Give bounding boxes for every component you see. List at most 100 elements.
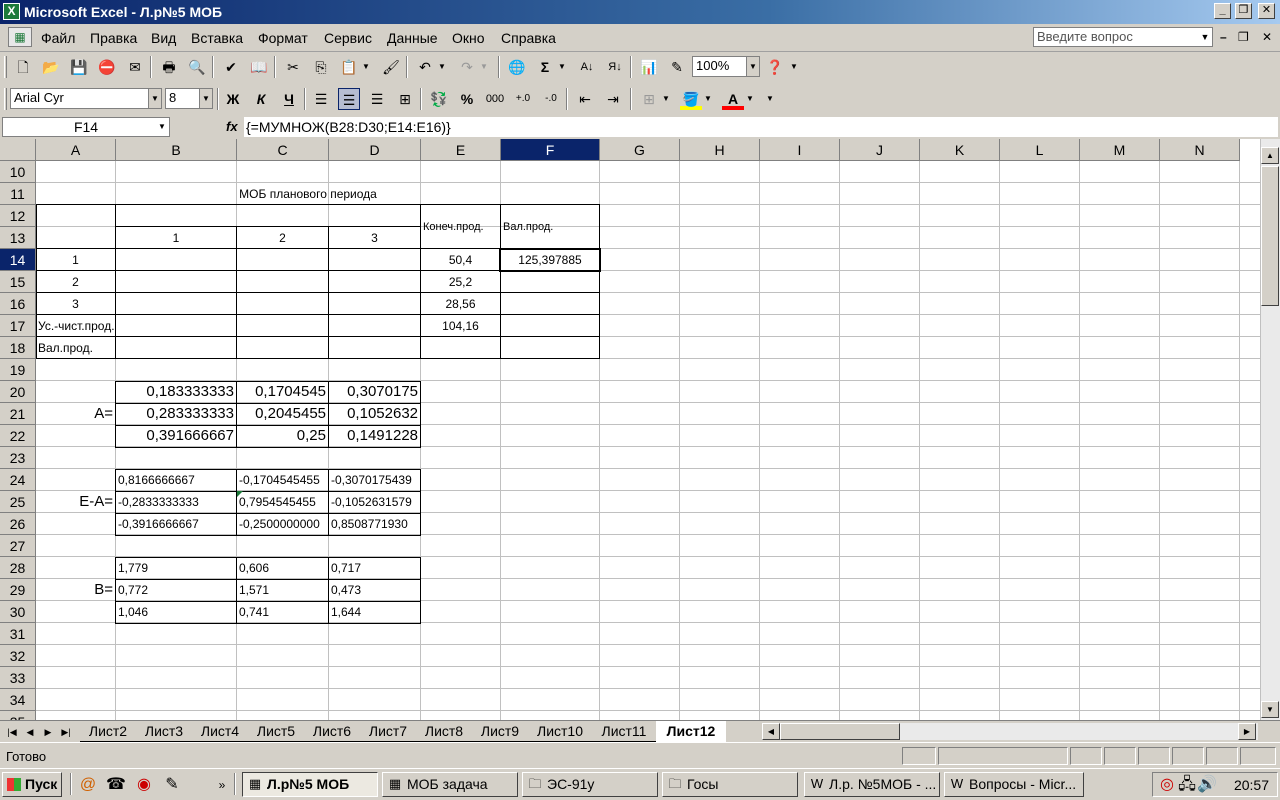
row-header-17[interactable]: 17	[0, 315, 36, 337]
paste-icon[interactable]: 📋	[338, 56, 360, 78]
new-icon[interactable]: 🗋	[12, 56, 34, 78]
chevron-down-icon[interactable]: ▼	[746, 57, 759, 76]
row-header-20[interactable]: 20	[0, 381, 36, 403]
opera-icon[interactable]: ◉	[134, 775, 154, 795]
task-word-1[interactable]: W Л.р. №5МОБ - ...	[804, 772, 940, 797]
chevron-down-icon[interactable]: ▼	[702, 88, 714, 110]
row-header-29[interactable]: 29	[0, 579, 36, 601]
hyperlink-icon[interactable]: 🌐	[506, 56, 528, 78]
chevron-down-icon[interactable]: ▼	[1198, 28, 1212, 46]
row-header-28[interactable]: 28	[0, 557, 36, 579]
chevron-down-icon[interactable]: ▼	[556, 56, 568, 78]
matrix-b-cell[interactable]: 1,571	[237, 579, 328, 601]
font-color-icon[interactable]: A	[722, 88, 744, 110]
scroll-left-icon[interactable]: ◀	[762, 723, 780, 740]
restore-button[interactable]: ❐	[1235, 3, 1252, 19]
research-icon[interactable]: 📖	[248, 56, 270, 78]
cell-title[interactable]: МОБ планового периода	[116, 183, 500, 205]
cell-a15[interactable]: 2	[36, 271, 115, 293]
cell-c13[interactable]: 2	[237, 227, 328, 249]
menu-insert[interactable]: Вставка	[191, 30, 243, 46]
sheet-tab-лист2[interactable]: Лист2	[80, 721, 136, 742]
toolbar-options-icon[interactable]: ▼	[764, 88, 776, 110]
row-header-10[interactable]: 10	[0, 161, 36, 183]
decrease-decimal-icon[interactable]: -.0	[540, 88, 562, 110]
hscroll-thumb[interactable]	[780, 723, 900, 740]
row-header-21[interactable]: 21	[0, 403, 36, 425]
font-size-select[interactable]: 8 ▼	[165, 88, 213, 109]
menu-edit[interactable]: Правка	[90, 30, 137, 46]
cell-a18[interactable]: Вал.прод.	[36, 337, 115, 359]
cell-a14[interactable]: 1	[36, 249, 115, 271]
column-header-k[interactable]: K	[920, 139, 1000, 161]
cell-e14[interactable]: 50,4	[421, 249, 500, 271]
help-icon[interactable]: ❓	[764, 56, 786, 78]
sheet-tab-лист5[interactable]: Лист5	[248, 721, 304, 742]
spelling-icon[interactable]: ✔	[220, 56, 242, 78]
matrix-b-cell[interactable]: 1,779	[116, 557, 236, 579]
cell-a25[interactable]: E-A=	[36, 491, 115, 513]
open-icon[interactable]: 📂	[40, 56, 62, 78]
last-sheet-icon[interactable]: ▶|	[58, 724, 74, 740]
chevron-down-icon[interactable]: ▼	[478, 56, 490, 78]
menu-window[interactable]: Окно	[452, 30, 485, 46]
matrix-a-cell[interactable]: 0,1491228	[329, 425, 420, 447]
sheet-tab-лист12[interactable]: Лист12	[656, 721, 726, 742]
thousands-button[interactable]: 000	[484, 88, 506, 110]
matrix-ea-cell[interactable]: -0,2833333333	[116, 491, 236, 513]
matrix-ea-cell[interactable]: -0,3070175439	[329, 469, 420, 491]
row-header-19[interactable]: 19	[0, 359, 36, 381]
error-indicator-icon[interactable]	[237, 491, 243, 497]
sheet-tab-лист9[interactable]: Лист9	[472, 721, 528, 742]
column-header-i[interactable]: I	[760, 139, 840, 161]
email-icon[interactable]: ✉	[124, 56, 146, 78]
matrix-b-cell[interactable]: 1,644	[329, 601, 420, 623]
scroll-thumb[interactable]	[1261, 166, 1279, 306]
active-cell[interactable]	[499, 248, 601, 272]
print-icon[interactable]: 🖶	[158, 56, 180, 78]
sort-ascending-icon[interactable]: A↓	[576, 56, 598, 78]
sheet-tab-лист11[interactable]: Лист11	[592, 721, 656, 742]
borders-icon[interactable]: ⊞	[638, 88, 660, 110]
row-header-26[interactable]: 26	[0, 513, 36, 535]
menu-help[interactable]: Справка	[501, 30, 556, 46]
close-button[interactable]: ✕	[1258, 3, 1275, 19]
cell-e12[interactable]: Конеч.прод.	[421, 216, 500, 238]
chevron-down-icon[interactable]: ▼	[660, 88, 672, 110]
zoom-select[interactable]: 100% ▼	[692, 56, 760, 77]
matrix-a-cell[interactable]: 0,183333333	[116, 381, 236, 403]
document-icon[interactable]: ▦	[8, 27, 32, 47]
messenger-icon[interactable]: ☎	[106, 775, 126, 795]
menu-view[interactable]: Вид	[151, 30, 176, 46]
cell-a29[interactable]: B=	[36, 579, 115, 601]
doc-close-icon[interactable]: ✕	[1262, 30, 1272, 44]
doc-restore-icon[interactable]: ❐	[1238, 30, 1249, 44]
prev-sheet-icon[interactable]: ◀	[22, 724, 38, 740]
row-header-31[interactable]: 31	[0, 623, 36, 645]
first-sheet-icon[interactable]: |◀	[4, 724, 20, 740]
menu-file[interactable]: Файл	[41, 30, 75, 46]
font-select[interactable]: Arial Cyr ▼	[10, 88, 162, 109]
row-header-35[interactable]: 35	[0, 711, 36, 720]
align-left-icon[interactable]: ☰	[310, 88, 332, 110]
menu-tools[interactable]: Сервис	[324, 30, 372, 46]
align-right-icon[interactable]: ☰	[366, 88, 388, 110]
column-header-j[interactable]: J	[840, 139, 920, 161]
matrix-a-cell[interactable]: 0,283333333	[116, 403, 236, 425]
task-folder-1[interactable]: 🗀 ЭС-91у	[522, 772, 658, 797]
column-header-d[interactable]: D	[329, 139, 421, 161]
permission-icon[interactable]: ⛔	[96, 56, 118, 78]
matrix-b-cell[interactable]: 0,772	[116, 579, 236, 601]
column-header-l[interactable]: L	[1000, 139, 1080, 161]
matrix-ea-cell[interactable]: 0,8508771930	[329, 513, 420, 535]
sheet-tab-лист6[interactable]: Лист6	[304, 721, 360, 742]
toolbar-options-icon[interactable]: ▼	[788, 56, 800, 78]
excel-icon[interactable]: X	[3, 3, 20, 20]
select-all-corner[interactable]	[0, 139, 36, 161]
save-icon[interactable]: 💾	[68, 56, 90, 78]
row-header-32[interactable]: 32	[0, 645, 36, 667]
minimize-button[interactable]: _	[1214, 3, 1231, 19]
cut-icon[interactable]: ✂	[282, 56, 304, 78]
fill-color-icon[interactable]: 🪣	[680, 88, 702, 110]
cell-f12[interactable]: Вал.прод.	[501, 216, 599, 238]
